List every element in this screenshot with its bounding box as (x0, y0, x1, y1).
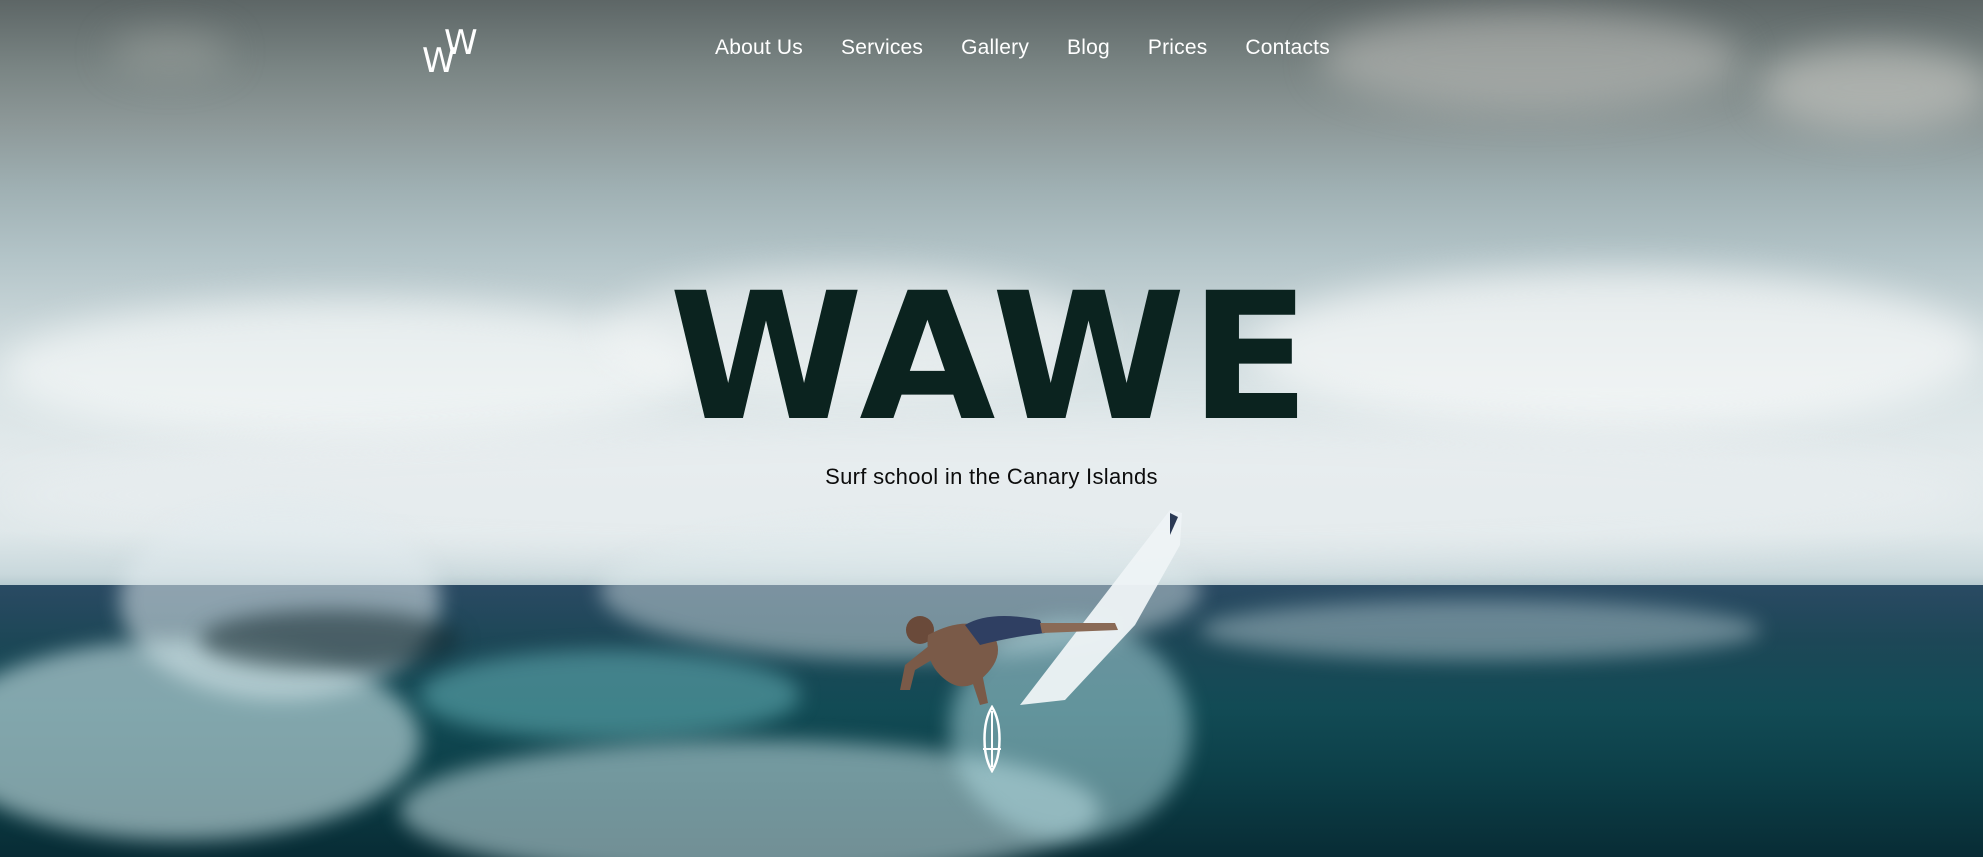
nav-item-blog[interactable]: Blog (1067, 34, 1110, 62)
hero-section: W W About Us Services Gallery Blog Price… (0, 0, 1983, 857)
wave-highlight (200, 610, 460, 670)
surfer-image (900, 510, 1182, 705)
wave-foam (1200, 600, 1760, 660)
wawe-logo-icon[interactable]: W W (420, 24, 482, 76)
nav-item-prices[interactable]: Prices (1148, 34, 1208, 62)
main-menu: About Us Services Gallery Blog Prices Co… (715, 34, 1368, 62)
nav-item-about-us[interactable]: About Us (715, 34, 803, 62)
hero-subtitle: Surf school in the Canary Islands (825, 464, 1158, 489)
nav-item-contacts[interactable]: Contacts (1245, 34, 1329, 62)
nav-item-gallery[interactable]: Gallery (961, 34, 1029, 62)
hero-title: WAWE (669, 255, 1314, 460)
svg-text:W: W (444, 24, 478, 63)
nav-item-services[interactable]: Services (841, 34, 923, 62)
surfboard-scroll-icon[interactable] (980, 705, 1004, 773)
top-navigation: W W About Us Services Gallery Blog Price… (0, 0, 1983, 100)
wave-foam (420, 650, 800, 740)
